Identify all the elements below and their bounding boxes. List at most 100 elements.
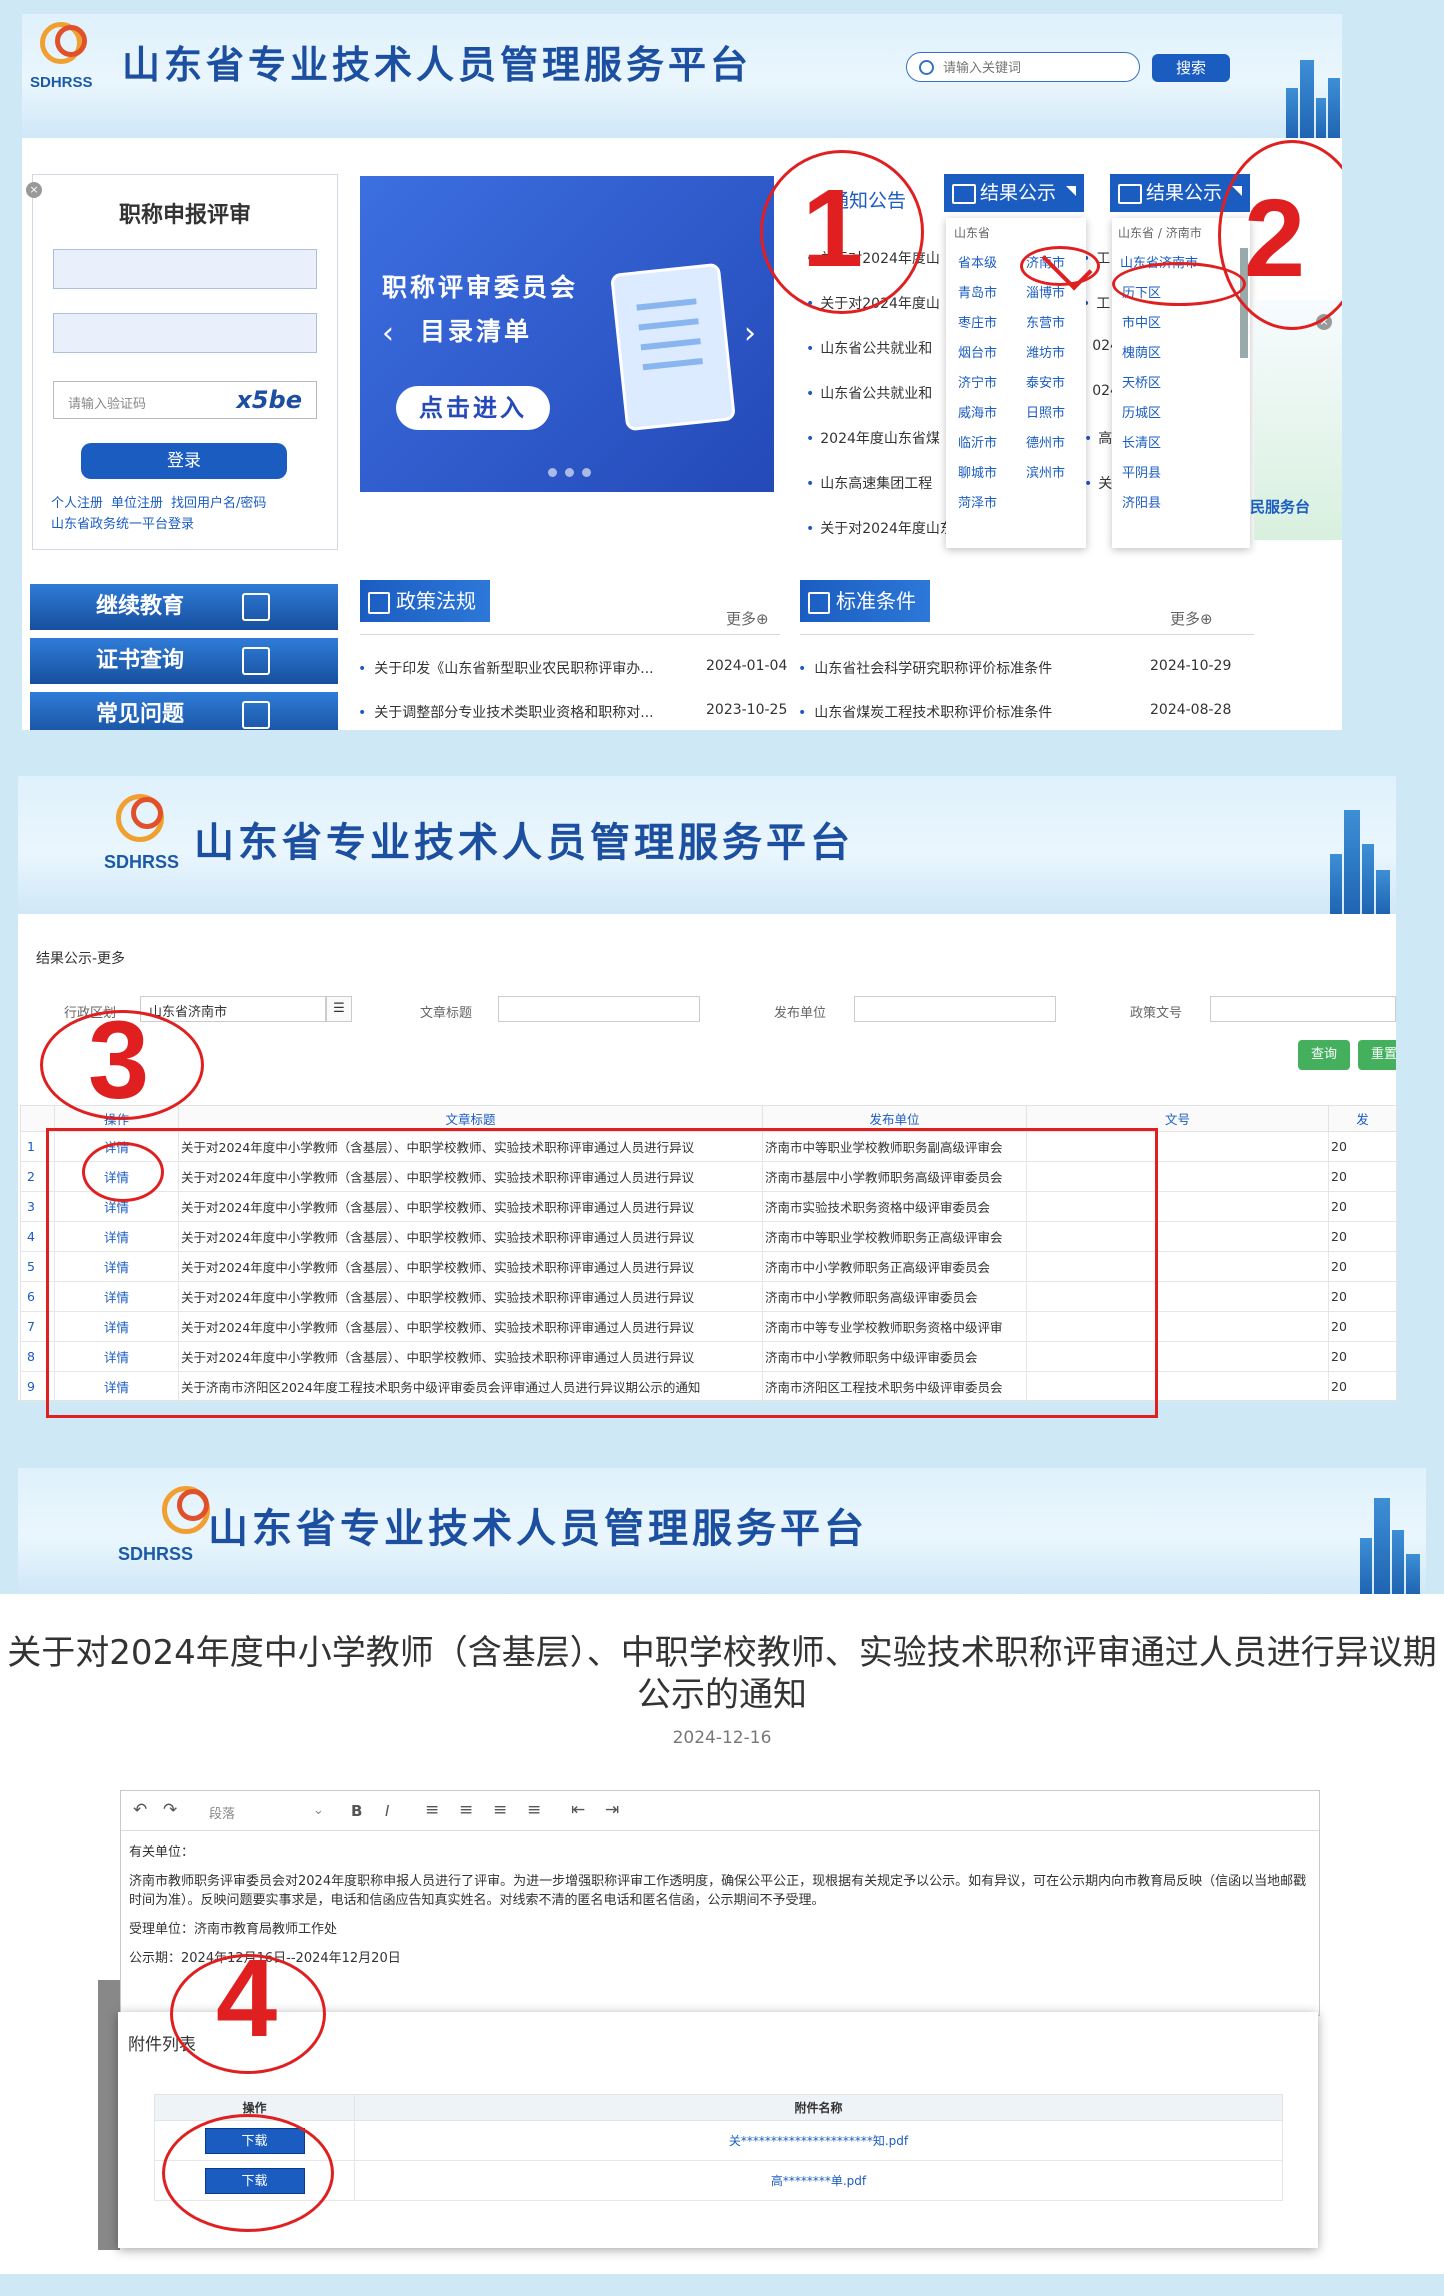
- sidebar-certificate-query[interactable]: 证书查询: [30, 638, 338, 684]
- city-option[interactable]: 烟台市: [958, 342, 997, 361]
- italic-button[interactable]: I: [385, 1802, 389, 1820]
- district-option[interactable]: 长清区: [1122, 432, 1161, 451]
- query-button[interactable]: 查询: [1298, 1040, 1350, 1070]
- city-option[interactable]: 日照市: [1026, 402, 1065, 421]
- article-date: 2024-12-16: [672, 1728, 772, 1748]
- attachment-name[interactable]: 高********单.pdf: [354, 2160, 1283, 2201]
- district-crumb-city[interactable]: 济南市: [1166, 226, 1202, 240]
- sidebar-continuing-education[interactable]: 继续教育: [30, 584, 338, 630]
- city-option[interactable]: 潍坊市: [1026, 342, 1065, 361]
- district-option[interactable]: 平阴县: [1122, 462, 1161, 481]
- login-links: 个人注册 单位注册 找回用户名/密码 山东省政务统一平台登录: [51, 493, 274, 535]
- bold-button[interactable]: B: [351, 1802, 362, 1820]
- sidebar-label: 继续教育: [96, 594, 185, 619]
- district-option[interactable]: 天桥区: [1122, 372, 1161, 391]
- policy-item[interactable]: 关于调整部分专业技术类职业资格和职称对...: [358, 702, 694, 722]
- list-icon[interactable]: ☰: [326, 996, 352, 1022]
- docno-filter-input[interactable]: [1210, 996, 1396, 1022]
- title-filter-input[interactable]: [498, 996, 700, 1022]
- policy-more-link[interactable]: 更多⊕: [726, 608, 769, 629]
- login-button[interactable]: 登录: [81, 443, 287, 479]
- city-option[interactable]: 东营市: [1026, 312, 1065, 331]
- standards-item[interactable]: 山东省煤炭工程技术职称评价标准条件: [798, 702, 1052, 722]
- search-field[interactable]: [906, 52, 1140, 82]
- tab-results-1[interactable]: 结果公示: [944, 174, 1084, 212]
- sidebar-label: 常见问题: [96, 702, 185, 727]
- banner-carousel[interactable]: ‹ › 职称评审委员会 目录清单 点击进入: [360, 176, 774, 492]
- more-label: 更多: [1170, 610, 1201, 628]
- captcha-image[interactable]: x5be: [236, 386, 302, 414]
- search-button[interactable]: 搜索: [1152, 54, 1230, 82]
- editor-content: 有关单位： 济南市教师职务评审委员会对2024年度职称申报人员进行了评审。为进一…: [129, 1843, 1309, 1978]
- close-icon[interactable]: ×: [26, 182, 42, 198]
- paragraph-select[interactable]: 段落 ⌄: [209, 1803, 329, 1822]
- carousel-dots[interactable]: [548, 462, 599, 481]
- carousel-enter-button[interactable]: 点击进入: [396, 386, 550, 430]
- district-crumb: 山东省 / 济南市: [1118, 224, 1202, 241]
- district-crumb-root[interactable]: 山东省 /: [1118, 226, 1162, 240]
- district-option[interactable]: 市中区: [1122, 312, 1161, 331]
- register-unit-link[interactable]: 单位注册: [111, 496, 163, 511]
- city-option[interactable]: 济宁市: [958, 372, 997, 391]
- divider: [360, 634, 780, 635]
- logo-icon: [40, 22, 87, 64]
- policy-item[interactable]: 关于印发《山东省新型职业农民职称评审办...: [358, 658, 694, 678]
- notice-item[interactable]: 山东高速集团工程: [806, 473, 946, 493]
- city-option[interactable]: 菏泽市: [958, 492, 997, 511]
- sidebar-faq[interactable]: 常见问题: [30, 692, 338, 730]
- city-option[interactable]: 聊城市: [958, 462, 997, 481]
- undo-icon[interactable]: ↶: [133, 1800, 147, 1820]
- standards-section-title[interactable]: 标准条件: [800, 580, 930, 622]
- title-filter-label: 文章标题: [420, 1006, 473, 1021]
- city-option[interactable]: 枣庄市: [958, 312, 997, 331]
- dropdown-crumb: 山东省: [954, 226, 991, 240]
- region-select[interactable]: 山东省济南市: [140, 996, 326, 1022]
- certificate-icon: [242, 647, 270, 675]
- city-option[interactable]: 泰安市: [1026, 372, 1065, 391]
- captcha-field[interactable]: 请输入验证码 x5be: [53, 381, 317, 419]
- attachment-name[interactable]: 关**********************知.pdf: [354, 2120, 1283, 2161]
- username-field[interactable]: [53, 249, 317, 289]
- align-left-icon[interactable]: ≡: [425, 1800, 439, 1820]
- standards-item[interactable]: 山东省社会科学研究职称评价标准条件: [798, 658, 1052, 678]
- service-label: 民服务台: [1250, 498, 1311, 516]
- align-right-icon[interactable]: ≡: [493, 1800, 507, 1820]
- editor-toolbar: ↶ ↷ 段落 ⌄ B I ≡ ≡ ≡ ≡ ⇤ ⇥: [121, 1791, 1319, 1831]
- district-option[interactable]: 济阳县: [1122, 492, 1161, 511]
- page-grey-strip: [98, 1980, 120, 2250]
- logo-text: SDHRSS: [118, 1544, 194, 1564]
- home-screenshot: SDHRSS 山东省专业技术人员管理服务平台 搜索 职称申报评审 请输入验证码 x…: [22, 14, 1342, 730]
- search-input[interactable]: [943, 57, 1133, 77]
- register-personal-link[interactable]: 个人注册: [51, 496, 103, 511]
- district-option[interactable]: 历城区: [1122, 402, 1161, 421]
- row-date: 20: [1328, 1191, 1397, 1222]
- district-option[interactable]: 槐荫区: [1122, 342, 1161, 361]
- city-option[interactable]: 省本级: [958, 252, 997, 271]
- city-option[interactable]: 滨州市: [1026, 462, 1065, 481]
- city-option[interactable]: 临沂市: [958, 432, 997, 451]
- notice-fragment: 关: [1084, 473, 1112, 493]
- divider: [800, 634, 1254, 635]
- carousel-prev-icon[interactable]: ‹: [382, 316, 394, 351]
- standards-date: 2024-08-28: [1150, 702, 1232, 718]
- recover-account-link[interactable]: 找回用户名/密码: [171, 496, 266, 511]
- reset-button[interactable]: 重置: [1358, 1040, 1396, 1070]
- justify-icon[interactable]: ≡: [527, 1800, 541, 1820]
- policy-section-title[interactable]: 政策法规: [360, 580, 490, 622]
- publisher-filter-input[interactable]: [854, 996, 1056, 1022]
- notice-item[interactable]: 山东省公共就业和: [806, 338, 946, 358]
- redo-icon[interactable]: ↷: [163, 1800, 177, 1820]
- notice-item[interactable]: 山东省公共就业和: [806, 383, 946, 403]
- standards-more-link[interactable]: 更多⊕: [1170, 608, 1213, 629]
- city-option[interactable]: 威海市: [958, 402, 997, 421]
- gov-login-link[interactable]: 山东省政务统一平台登录: [51, 517, 194, 532]
- outdent-icon[interactable]: ⇤: [571, 1800, 585, 1820]
- password-field[interactable]: [53, 313, 317, 353]
- align-center-icon[interactable]: ≡: [459, 1800, 473, 1820]
- city-option[interactable]: 青岛市: [958, 282, 997, 301]
- city-option[interactable]: 德州市: [1026, 432, 1065, 451]
- notice-fragment: 工: [1082, 293, 1110, 313]
- notice-item[interactable]: 2024年度山东省煤: [806, 428, 946, 448]
- indent-icon[interactable]: ⇥: [605, 1800, 619, 1820]
- carousel-next-icon[interactable]: ›: [744, 316, 756, 351]
